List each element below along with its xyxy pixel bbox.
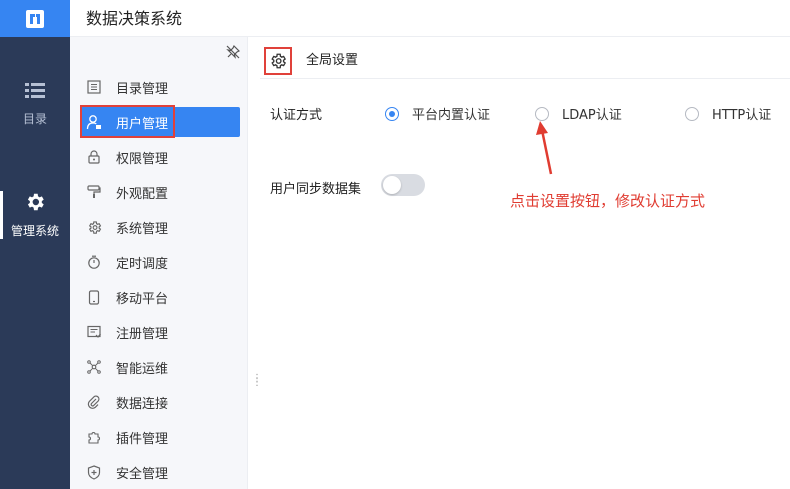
highlight-user-management [80,105,175,138]
sidebar-item-data-connection[interactable]: 数据连接 [80,387,240,417]
sidebar-item-permissions[interactable]: 权限管理 [80,142,240,172]
sidebar-item-label: 外观配置 [116,186,169,202]
sidebar-item-label: 定时调度 [116,256,169,272]
catalog-icon [86,79,102,95]
sidebar-item-label: 注册管理 [116,326,169,342]
radio-builtin-auth[interactable]: 平台内置认证 [385,104,490,123]
subheader: 全局设置 [260,43,790,79]
mobile-icon [86,289,102,305]
network-icon [86,359,102,375]
gear-icon [86,219,102,235]
sidebar-item-label: 智能运维 [116,361,169,377]
radio-label: LDAP认证 [562,108,622,123]
rail-item-label: 目录 [22,112,47,126]
sidebar-item-plugins[interactable]: 插件管理 [80,422,240,452]
sidebar-item-label: 移动平台 [116,291,169,307]
sidebar-item-label: 数据连接 [116,396,169,412]
top-bar: 数据决策系统 [0,0,790,37]
link-icon [86,394,102,410]
annotation-text: 点击设置按钮，修改认证方式 [510,192,706,210]
radio-dot [685,106,699,121]
sidebar-item-ops[interactable]: 智能运维 [80,352,240,382]
paint-roller-icon [86,184,102,200]
app-title: 数据决策系统 [86,9,183,28]
sidebar-item-catalog[interactable]: 目录管理 [80,72,240,102]
gear-icon [271,53,287,69]
sidebar-item-label: 安全管理 [116,466,169,482]
list-icon [25,83,45,98]
sidebar-item-schedule[interactable]: 定时调度 [80,247,240,277]
sidebar-item-system[interactable]: 系统管理 [80,212,240,242]
rail-item-label: 管理系统 [10,224,59,238]
global-settings-button[interactable] [264,47,292,75]
sidebar-item-register[interactable]: 注册管理 [80,317,240,347]
logo-icon [26,9,44,28]
app-logo[interactable] [0,0,70,37]
radio-dot [385,106,399,121]
radio-label: HTTP认证 [712,108,772,123]
main-content: 全局设置 认证方式 平台内置认证 LDAP认证 HTTP认证 用户同步数据集 点… [260,37,790,489]
sidebar-item-label: 插件管理 [116,431,169,447]
register-icon [86,324,102,340]
sidebar-item-appearance[interactable]: 外观配置 [80,177,240,207]
rail-item-management[interactable]: 管理系统 [0,191,70,239]
lock-icon [86,149,102,165]
radio-label: 平台内置认证 [412,108,491,123]
sidebar-item-label: 目录管理 [116,81,169,97]
gear-icon [27,193,44,211]
radio-http-auth[interactable]: HTTP认证 [685,104,771,123]
sidebar-item-label: 系统管理 [116,221,169,237]
left-rail: 目录 管理系统 [0,37,70,489]
unpin-icon[interactable] [226,45,240,59]
sidebar-item-security[interactable]: 安全管理 [80,457,240,487]
sidebar-item-label: 权限管理 [116,151,169,167]
annotation-arrow-icon [536,121,553,175]
page-title: 全局设置 [306,53,359,68]
user-sync-toggle[interactable] [381,174,425,196]
toggle-knob [383,176,401,194]
radio-dot [535,106,549,121]
shield-icon [86,464,102,480]
timer-icon [86,254,102,270]
puzzle-icon [86,429,102,445]
rail-item-catalog[interactable]: 目录 [0,81,70,127]
auth-method-label: 认证方式 [270,108,323,123]
sidebar-item-mobile[interactable]: 移动平台 [80,282,240,312]
user-sync-label: 用户同步数据集 [270,182,362,197]
